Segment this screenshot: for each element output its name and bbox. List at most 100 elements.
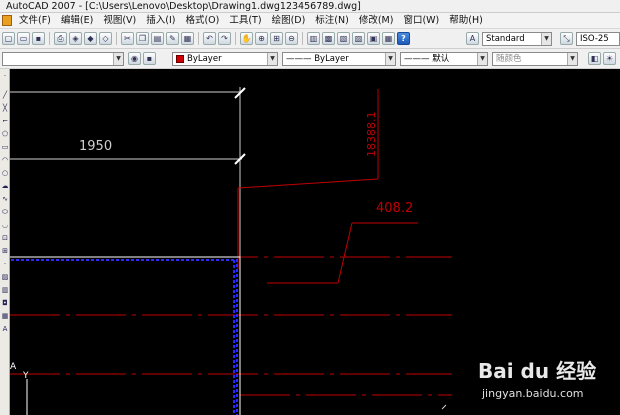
workspace-icon[interactable]: ◧ xyxy=(588,52,601,65)
toolbar-separator xyxy=(235,32,236,45)
markup-icon[interactable]: ▣ xyxy=(367,32,380,45)
grip-marker xyxy=(441,404,447,410)
polygon-icon[interactable]: ⬠ xyxy=(1,130,9,138)
tool-palettes-icon[interactable]: ▧ xyxy=(337,32,350,45)
linetype-sample: ——— xyxy=(286,54,315,64)
zoom-realtime-icon[interactable]: ⊕ xyxy=(255,32,268,45)
toolbar-separator xyxy=(198,32,199,45)
selected-rectangle[interactable] xyxy=(10,256,241,415)
paste-icon[interactable]: ▤ xyxy=(151,32,164,45)
calculator-icon[interactable]: ▦ xyxy=(382,32,395,45)
redo-icon[interactable]: ↷ xyxy=(218,32,231,45)
design-center-icon[interactable]: ▩ xyxy=(322,32,335,45)
pan-icon[interactable]: ✋ xyxy=(240,32,253,45)
dim-text-1950: 1950 xyxy=(79,139,112,154)
match-properties-icon[interactable]: ✎ xyxy=(166,32,179,45)
color-value: ByLayer xyxy=(187,54,222,64)
arc-icon[interactable]: ◠ xyxy=(1,156,9,164)
table-icon[interactable]: ▦ xyxy=(1,312,9,320)
ellipse-arc-icon[interactable]: ◡ xyxy=(1,221,9,229)
menu-dimension[interactable]: 标注(N) xyxy=(310,13,354,29)
text-style-icon[interactable]: A xyxy=(466,32,479,45)
rectangle-icon[interactable]: ▭ xyxy=(1,143,9,151)
mtext-icon[interactable]: A xyxy=(1,325,9,333)
undo-icon[interactable]: ↶ xyxy=(203,32,216,45)
help-icon[interactable]: ? xyxy=(397,32,410,45)
lightbulb-icon[interactable]: ☀ xyxy=(603,52,616,65)
center-lines xyxy=(10,256,452,396)
dimension-408[interactable]: 408.2 xyxy=(267,201,418,284)
region-icon[interactable]: ◘ xyxy=(1,299,9,307)
chevron-down-icon: ▼ xyxy=(567,53,577,65)
baidu-watermark: Bai du 经验 jingyan.baidu.com xyxy=(478,355,618,411)
sheet-set-icon[interactable]: ▨ xyxy=(352,32,365,45)
circle-icon[interactable]: ○ xyxy=(1,169,9,177)
open-icon[interactable]: ▭ xyxy=(17,32,30,45)
gradient-icon[interactable]: ▥ xyxy=(1,286,9,294)
watermark-brand: Bai du 经验 xyxy=(478,359,597,383)
leader-diagonal xyxy=(337,222,353,284)
save-icon[interactable]: ▪ xyxy=(32,32,45,45)
publish-icon[interactable]: ◆ xyxy=(84,32,97,45)
app-icon[interactable] xyxy=(2,15,12,26)
point-icon[interactable]: · xyxy=(1,260,9,268)
menu-bar: 文件(F) 编辑(E) 视图(V) 插入(I) 格式(O) 工具(T) 绘图(D… xyxy=(0,13,620,29)
block-editor-icon[interactable]: ▦ xyxy=(181,32,194,45)
ucs-icon: Y A xyxy=(10,362,29,415)
new-icon[interactable]: ▢ xyxy=(2,32,15,45)
menu-view[interactable]: 视图(V) xyxy=(98,13,141,29)
make-current-layer-icon[interactable]: ◉ xyxy=(128,52,141,65)
dim-style-select[interactable]: ISO-25 xyxy=(576,32,620,46)
color-control-select[interactable]: ByLayer ▼ xyxy=(172,52,278,66)
construction-line-icon[interactable]: ╳ xyxy=(1,104,9,112)
plot-preview-icon[interactable]: ◈ xyxy=(69,32,82,45)
toolbar-separator xyxy=(49,32,50,45)
menu-edit[interactable]: 编辑(E) xyxy=(56,13,98,29)
plot-icon[interactable]: ⎙ xyxy=(54,32,67,45)
cut-icon[interactable]: ✂ xyxy=(121,32,134,45)
menu-modify[interactable]: 修改(M) xyxy=(354,13,399,29)
zoom-previous-icon[interactable]: ⊖ xyxy=(285,32,298,45)
text-style-select[interactable]: Standard ▼ xyxy=(482,32,552,46)
menu-insert[interactable]: 插入(I) xyxy=(141,13,180,29)
plot-style-control-select: 随颜色 ▼ xyxy=(492,52,578,66)
zoom-window-icon[interactable]: ⊞ xyxy=(270,32,283,45)
dim-leader-line xyxy=(237,178,379,189)
menu-help[interactable]: 帮助(H) xyxy=(444,13,488,29)
chevron-down-icon: ▼ xyxy=(267,53,277,65)
polyline-icon[interactable]: ⌐ xyxy=(1,117,9,125)
layer-previous-icon[interactable]: ▪ xyxy=(143,52,156,65)
ellipse-icon[interactable]: ⬭ xyxy=(1,208,9,216)
menu-file[interactable]: 文件(F) xyxy=(14,13,56,29)
menu-format[interactable]: 格式(O) xyxy=(180,13,224,29)
insert-block-icon[interactable]: ⊡ xyxy=(1,234,9,242)
chevron-down-icon: ▼ xyxy=(477,53,487,65)
layer-select[interactable]: ▼ xyxy=(2,52,124,66)
menu-draw[interactable]: 绘图(D) xyxy=(267,13,311,29)
make-block-icon[interactable]: ⊞ xyxy=(1,247,9,255)
lineweight-control-select[interactable]: ——— 默认 ▼ xyxy=(400,52,488,66)
menu-tools[interactable]: 工具(T) xyxy=(224,13,266,29)
linetype-control-select[interactable]: ——— ByLayer ▼ xyxy=(282,52,396,66)
revcloud-icon[interactable]: ☁ xyxy=(1,182,9,190)
lineweight-sample: ——— xyxy=(404,54,433,64)
ucs-y-label: Y xyxy=(22,371,29,381)
chevron-down-icon: ▼ xyxy=(113,53,123,65)
dim-text-408: 408.2 xyxy=(376,201,413,216)
watermark-url: jingyan.baidu.com xyxy=(482,387,584,400)
properties-icon[interactable]: ▥ xyxy=(307,32,320,45)
dimension-18388[interactable]: 18388.1 xyxy=(237,89,379,269)
hatch-icon[interactable]: ▨ xyxy=(1,273,9,281)
dim-style-icon[interactable]: ⤡ xyxy=(560,32,573,45)
spline-icon[interactable]: ∿ xyxy=(1,195,9,203)
3d-dwf-icon[interactable]: ◇ xyxy=(99,32,112,45)
toolbar-separator xyxy=(302,32,303,45)
line-icon[interactable]: ╱ xyxy=(1,91,9,99)
toolbar-grip-icon: · xyxy=(3,72,7,80)
rectangle-outline xyxy=(10,256,241,415)
title-bar: AutoCAD 2007 - [C:\Users\Lenovo\Desktop\… xyxy=(0,0,620,13)
menu-window[interactable]: 窗口(W) xyxy=(398,13,444,29)
copy-icon[interactable]: ❐ xyxy=(136,32,149,45)
dimension-1950[interactable]: 1950 xyxy=(10,87,246,259)
dim-text-18388: 18388.1 xyxy=(365,112,378,158)
